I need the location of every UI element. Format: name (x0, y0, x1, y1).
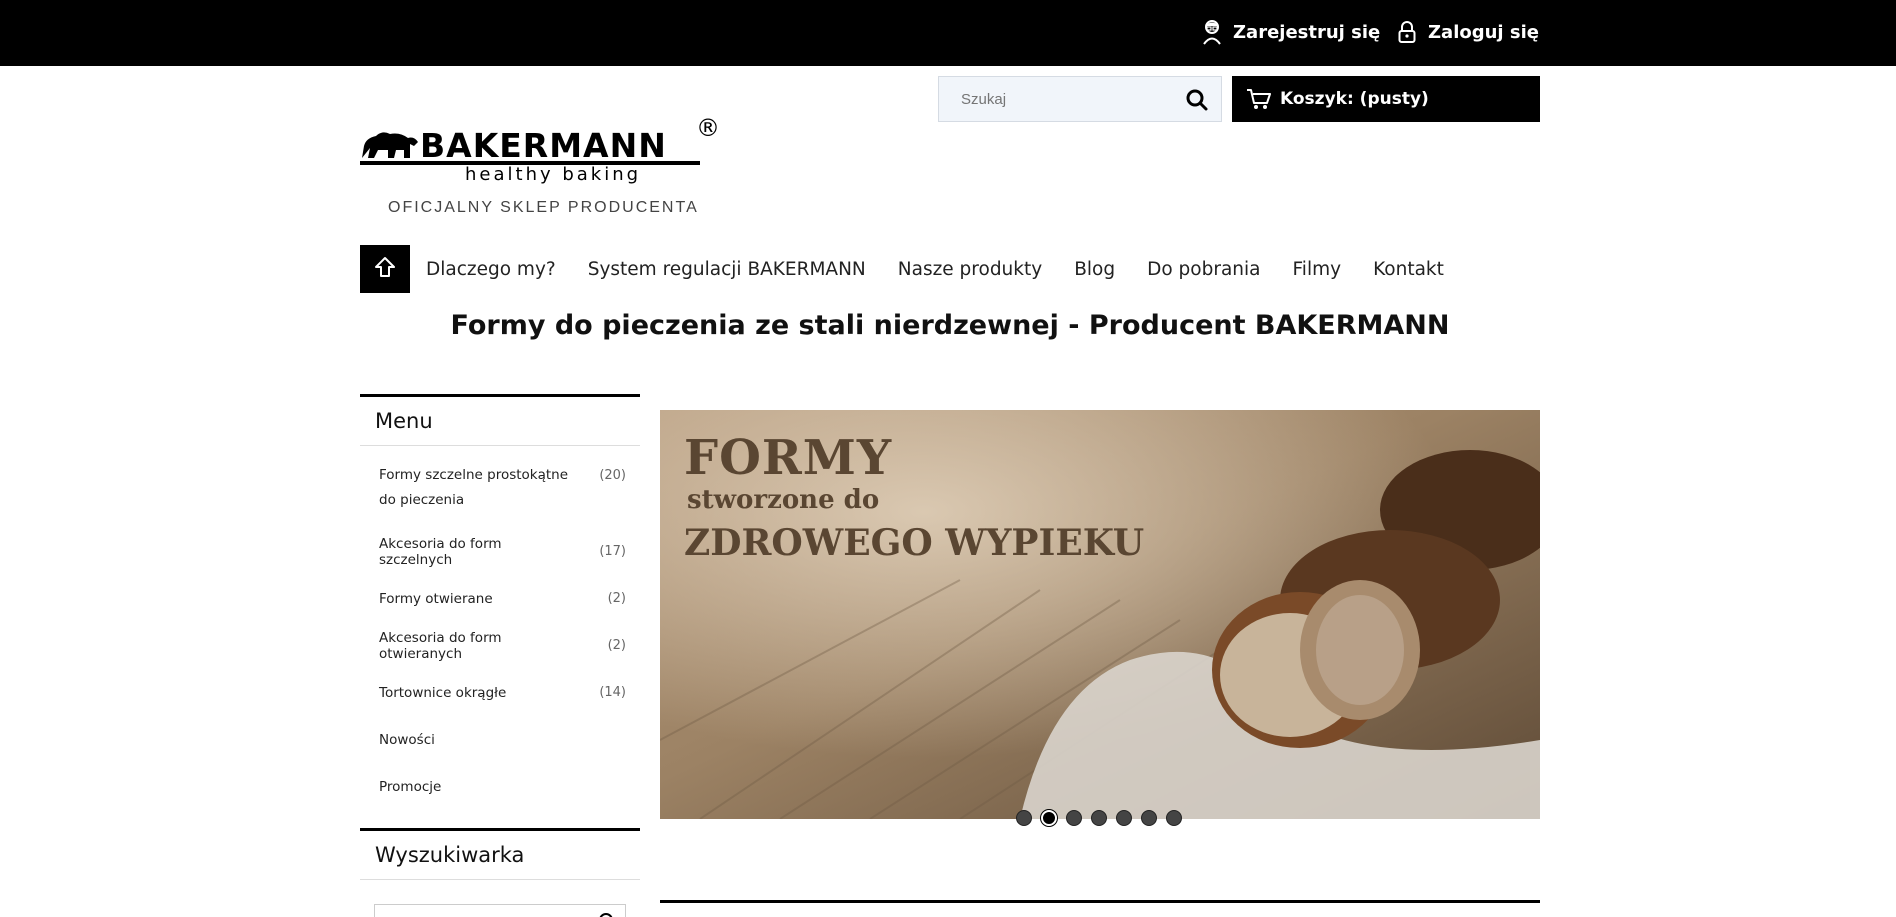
login-label: Zaloguj się (1428, 21, 1539, 43)
register-link[interactable]: Zarejestruj się (1201, 18, 1380, 46)
category-count: (2) (607, 591, 626, 606)
sidebar-menu: Menu Formy szczelne prostokątne do piecz… (360, 394, 640, 810)
category-label: Formy szczelne prostokątne do pieczenia (379, 467, 569, 508)
banner-title: FORMY (684, 430, 893, 486)
banner-subtitle: stworzone do (687, 485, 880, 515)
category-label: Tortownice okrągłe (379, 684, 507, 701)
slider-dot[interactable] (1091, 810, 1107, 826)
category-list: Formy szczelne prostokątne do pieczenia … (360, 446, 640, 810)
home-icon (373, 255, 397, 283)
cart-button[interactable]: Koszyk: (pusty) (1232, 76, 1540, 122)
slider-dot[interactable] (1116, 810, 1132, 826)
nav-item-why-us[interactable]: Dlaczego my? (410, 259, 572, 280)
slider-dot[interactable] (1066, 810, 1082, 826)
category-item[interactable]: Nowości (360, 716, 640, 763)
search-icon[interactable] (1185, 88, 1209, 112)
home-button[interactable] (360, 245, 410, 293)
nav-item-downloads[interactable]: Do pobrania (1131, 259, 1276, 280)
category-item[interactable]: Akcesoria do form otwieranych (2) (360, 622, 640, 669)
slider-dot[interactable] (1016, 810, 1032, 826)
menu-heading: Menu (360, 394, 640, 446)
category-label: Formy otwierane (379, 590, 493, 607)
slider-dot[interactable] (1166, 810, 1182, 826)
register-label: Zarejestruj się (1233, 21, 1381, 43)
banner-headline: ZDROWEGO WYPIEKU (684, 522, 1145, 564)
page-title: Formy do pieczenia ze stali nierdzewnej … (450, 310, 1450, 341)
slider-dot[interactable] (1041, 810, 1057, 826)
category-label: Akcesoria do form otwieranych (379, 629, 502, 662)
category-count: (17) (599, 544, 626, 559)
registered-mark: ® (696, 114, 720, 142)
sidebar-search-input[interactable] (374, 904, 626, 917)
brand-name: BAKERMANN (420, 126, 667, 165)
category-label: Promocje (379, 778, 442, 795)
nav-item-regulation-system[interactable]: System regulacji BAKERMANN (572, 259, 882, 280)
top-bar: Zarejestruj się Zaloguj się (0, 0, 1896, 66)
nav-item-contact[interactable]: Kontakt (1357, 259, 1460, 280)
category-label: Akcesoria do form szczelnych (379, 535, 502, 568)
category-label: Nowości (379, 731, 435, 748)
category-count: (2) (607, 638, 626, 653)
main-nav: Dlaczego my? System regulacji BAKERMANN … (360, 245, 1460, 293)
login-link[interactable]: Zaloguj się (1396, 18, 1539, 46)
nav-item-videos[interactable]: Filmy (1277, 259, 1358, 280)
hero-banner[interactable]: FORMY stworzone do ZDROWEGO WYPIEKU (660, 410, 1540, 819)
cart-icon (1246, 87, 1272, 111)
slider-dot[interactable] (1141, 810, 1157, 826)
category-count: (14) (599, 685, 626, 700)
category-item[interactable]: Promocje (360, 763, 640, 810)
category-item[interactable]: Formy otwierane (2) (360, 575, 640, 622)
bear-logo-icon (360, 128, 420, 160)
user-icon (1201, 18, 1223, 46)
category-item[interactable]: Formy szczelne prostokątne do pieczenia … (360, 456, 640, 528)
official-store-label: OFICJALNY SKLEP PRODUCENTA (388, 199, 699, 216)
search-heading: Wyszukiwarka (360, 828, 640, 880)
nav-item-blog[interactable]: Blog (1058, 259, 1131, 280)
nav-item-products[interactable]: Nasze produkty (882, 259, 1058, 280)
search-box (938, 76, 1222, 122)
brand-tagline: healthy baking (465, 164, 642, 185)
cart-label: Koszyk: (pusty) (1280, 89, 1429, 109)
category-item[interactable]: Akcesoria do form szczelnych (17) (360, 528, 640, 575)
search-icon[interactable] (599, 913, 613, 917)
slider-dots (1016, 810, 1191, 826)
section-divider (660, 900, 1540, 903)
sidebar-search-panel: Wyszukiwarka (360, 828, 640, 917)
category-item[interactable]: Tortownice okrągłe (14) (360, 669, 640, 716)
lock-icon (1396, 18, 1418, 46)
category-count: (20) (599, 468, 626, 483)
search-input[interactable] (939, 77, 1169, 121)
